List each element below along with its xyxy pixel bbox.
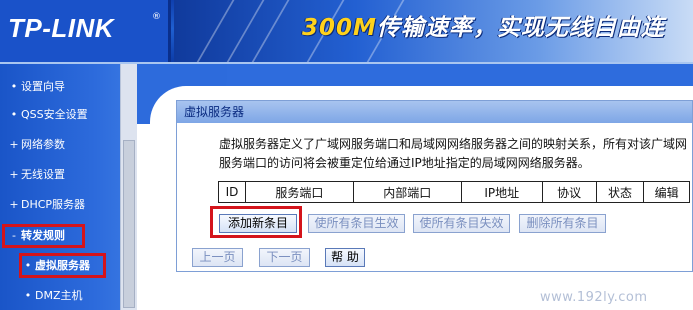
expand-icon: +	[9, 138, 19, 151]
col-service-port: 服务端口	[244, 181, 354, 203]
col-ip-address: IP地址	[460, 181, 543, 203]
sidebar-scrollbar[interactable]	[120, 64, 137, 310]
prev-page-button[interactable]: 上一页	[192, 248, 243, 267]
sidebar-item-label: DHCP服务器	[21, 198, 86, 211]
banner-speed: 300M	[302, 15, 377, 41]
sidebar-item-wireless[interactable]: + 无线设置	[0, 164, 120, 186]
logo-registered-mark: ®	[152, 12, 161, 22]
bullet-icon: •	[10, 108, 18, 121]
sidebar-item-label: 网络参数	[21, 138, 65, 151]
enable-all-button[interactable]: 使所有条目生效	[308, 214, 405, 233]
panel-description: 虚拟服务器定义了广域网服务端口和局域网网络服务器之间的映射关系，所有对该广域网服…	[219, 137, 688, 170]
sidebar-item-label: 设置向导	[21, 80, 65, 93]
banner-slogan: 300M传输速率，实现无线自由连	[302, 8, 665, 42]
sidebar-item-qss[interactable]: • QSS安全设置	[0, 104, 120, 126]
sidebar-item-network[interactable]: + 网络参数	[0, 134, 120, 156]
sidebar-item-label: 无线设置	[21, 168, 65, 181]
help-button[interactable]: 帮 助	[325, 248, 365, 267]
bullet-icon: •	[10, 80, 18, 93]
panel-title: 虚拟服务器	[177, 101, 692, 123]
expand-icon: +	[9, 168, 19, 181]
sidebar-item-dhcp[interactable]: + DHCP服务器	[0, 194, 120, 216]
header: TP-LINK ® 300M传输速率，实现无线自由连	[0, 0, 693, 64]
sidebar-item-label: QSS安全设置	[21, 108, 88, 121]
col-edit: 编辑	[643, 181, 690, 203]
sidebar-item-dmz[interactable]: • DMZ主机	[0, 285, 120, 307]
col-status: 状态	[595, 181, 645, 203]
highlight-virtual-server	[19, 253, 106, 278]
sidebar-item-label: DMZ主机	[35, 289, 83, 302]
col-protocol: 协议	[541, 181, 597, 203]
sidebar-item-setup-wizard[interactable]: • 设置向导	[0, 76, 120, 98]
bullet-icon: •	[24, 289, 32, 302]
disable-all-button[interactable]: 使所有条目失效	[413, 214, 510, 233]
highlight-forwarding	[2, 224, 85, 248]
watermark: www.192ly.com	[540, 290, 648, 305]
expand-icon: +	[9, 198, 19, 211]
highlight-add-entry	[210, 206, 302, 238]
delete-all-button[interactable]: 删除所有条目	[519, 214, 606, 233]
col-internal-port: 内部端口	[352, 181, 462, 203]
virtual-server-table: ID 服务端口 内部端口 IP地址 协议 状态 编辑	[218, 181, 690, 203]
next-page-button[interactable]: 下一页	[259, 248, 310, 267]
logo-text: TP-LINK	[8, 13, 115, 43]
col-id: ID	[218, 181, 246, 203]
table-header-row: ID 服务端口 内部端口 IP地址 协议 状态 编辑	[218, 181, 690, 203]
banner-text: 传输速率，实现无线自由连	[376, 15, 665, 41]
scrollbar-thumb[interactable]	[123, 140, 135, 308]
virtual-server-panel: 虚拟服务器 虚拟服务器定义了广域网服务端口和局域网网络服务器之间的映射关系，所有…	[176, 100, 693, 272]
logo: TP-LINK ®	[0, 0, 171, 64]
